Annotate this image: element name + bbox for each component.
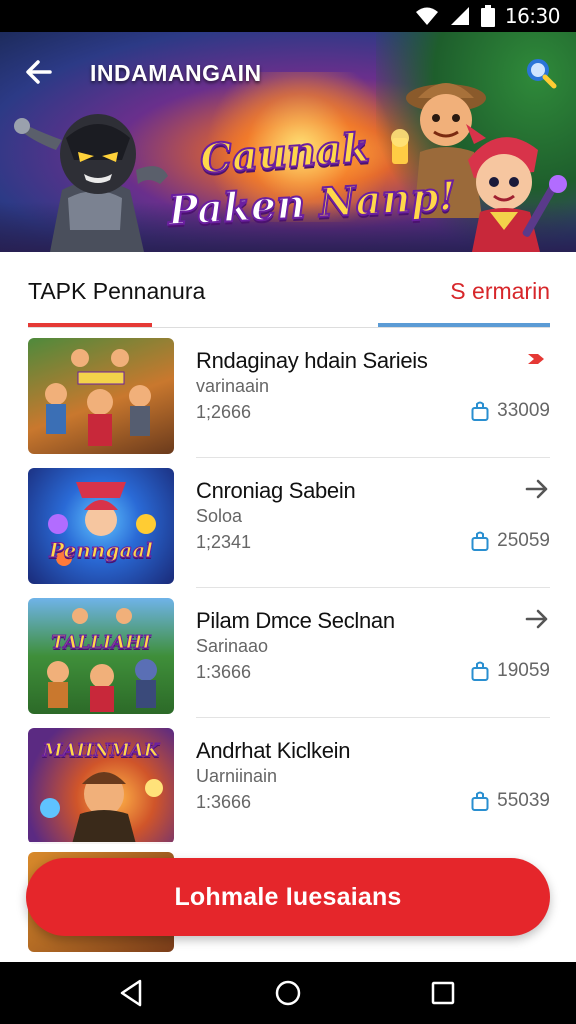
game-title: Andrhat Kiclkein	[196, 738, 351, 763]
primary-action-button[interactable]: Lohmale Iuesaians	[26, 858, 550, 936]
back-arrow-icon[interactable]	[22, 54, 58, 90]
player-count: 19059	[471, 660, 550, 682]
user-icon	[471, 531, 489, 551]
tab-label: TAPK Pennanura	[28, 278, 206, 304]
game-thumbnail: TALLIAHI	[28, 598, 174, 714]
tab-ermarin[interactable]: S ermarin	[378, 252, 550, 328]
battery-icon	[480, 5, 495, 27]
thumbnail-title: MAIINMAK	[42, 740, 160, 762]
status-time: 16:30	[504, 4, 561, 28]
status-bar: 16:30	[0, 0, 576, 32]
signal-icon	[450, 7, 469, 25]
game-subtitle: Sarinaao	[196, 636, 269, 656]
game-title: Rndaginay hdain Sarieis	[196, 348, 428, 373]
game-title: Cnroniag Sabein	[196, 478, 356, 503]
hero-logo-word-2: Nanp!	[303, 171, 458, 228]
user-icon	[471, 401, 489, 421]
thumbnail-art	[45, 349, 151, 446]
thumbnail-art	[48, 482, 156, 566]
game-title: Pilam Dmce Seclnan	[196, 608, 395, 633]
wifi-icon	[415, 7, 438, 25]
list-item[interactable]: Rndaginay hdain Sarieis varinaain 1;2666…	[0, 328, 576, 458]
status-icons: 16:30	[415, 4, 561, 28]
game-subtitle: Soloa	[196, 506, 243, 526]
knight-character-illustration	[14, 114, 168, 252]
arrow-right-icon[interactable]	[524, 476, 550, 502]
arrow-right-icon[interactable]	[524, 606, 550, 632]
player-count: 55039	[471, 790, 550, 812]
game-thumbnail: MAIINMAK	[28, 728, 174, 844]
thumbnail-title: Penngaal	[49, 538, 154, 563]
tab-label: S ermarin	[450, 278, 550, 304]
user-icon	[471, 791, 489, 811]
search-icon[interactable]	[524, 56, 558, 90]
game-thumbnail	[28, 338, 174, 454]
primary-action-label: Lohmale Iuesaians	[174, 882, 402, 911]
nav-home-icon[interactable]	[271, 976, 305, 1010]
hero-banner[interactable]: Caunak Paken Nanp! INDAMANGAIN	[0, 32, 576, 252]
navigation-bar	[0, 962, 576, 1024]
list-item[interactable]: Penngaal Cnroniag Sabein Soloa 1;2341 25…	[0, 458, 576, 588]
hero-logo-word-1: Paken	[166, 179, 307, 235]
game-meta: 1;2666	[196, 402, 252, 422]
nav-back-icon[interactable]	[114, 976, 148, 1010]
tab-pennanura[interactable]: TAPK Pennanura	[28, 252, 278, 328]
game-subtitle: varinaain	[196, 376, 270, 396]
player-count: 33009	[471, 400, 550, 422]
player-count-value: 55039	[497, 790, 550, 811]
game-meta: 1:3666	[196, 792, 252, 812]
nav-recents-icon[interactable]	[426, 976, 460, 1010]
player-count-value: 25059	[497, 530, 550, 551]
screen: 16:30 Caunak Paken Nanp! INDAMANGAIN TAP…	[0, 0, 576, 1024]
player-count-value: 33009	[497, 400, 550, 421]
game-meta: 1:3666	[196, 662, 252, 682]
tab-bar: TAPK Pennanura S ermarin	[0, 252, 576, 328]
list-item[interactable]: MAIINMAK Andrhat Kiclkein Uarniinain 1:3…	[0, 718, 576, 848]
hero-title: INDAMANGAIN	[90, 60, 262, 86]
player-count: 25059	[471, 530, 550, 552]
player-count-value: 19059	[497, 660, 550, 681]
thumbnail-title: TALLIAHI	[51, 632, 152, 654]
game-subtitle: Uarniinain	[196, 766, 278, 786]
chevron-right-icon[interactable]	[524, 346, 550, 372]
game-thumbnail: Penngaal	[28, 468, 174, 584]
girl-character-illustration	[466, 124, 567, 252]
thumbnail-art	[47, 608, 157, 712]
game-meta: 1;2341	[196, 532, 252, 552]
user-icon	[471, 661, 489, 681]
list-item[interactable]: TALLIAHI Pilam Dmce Seclnan Sarinaao 1:3…	[0, 588, 576, 718]
game-list: Rndaginay hdain Sarieis varinaain 1;2666…	[0, 328, 576, 848]
